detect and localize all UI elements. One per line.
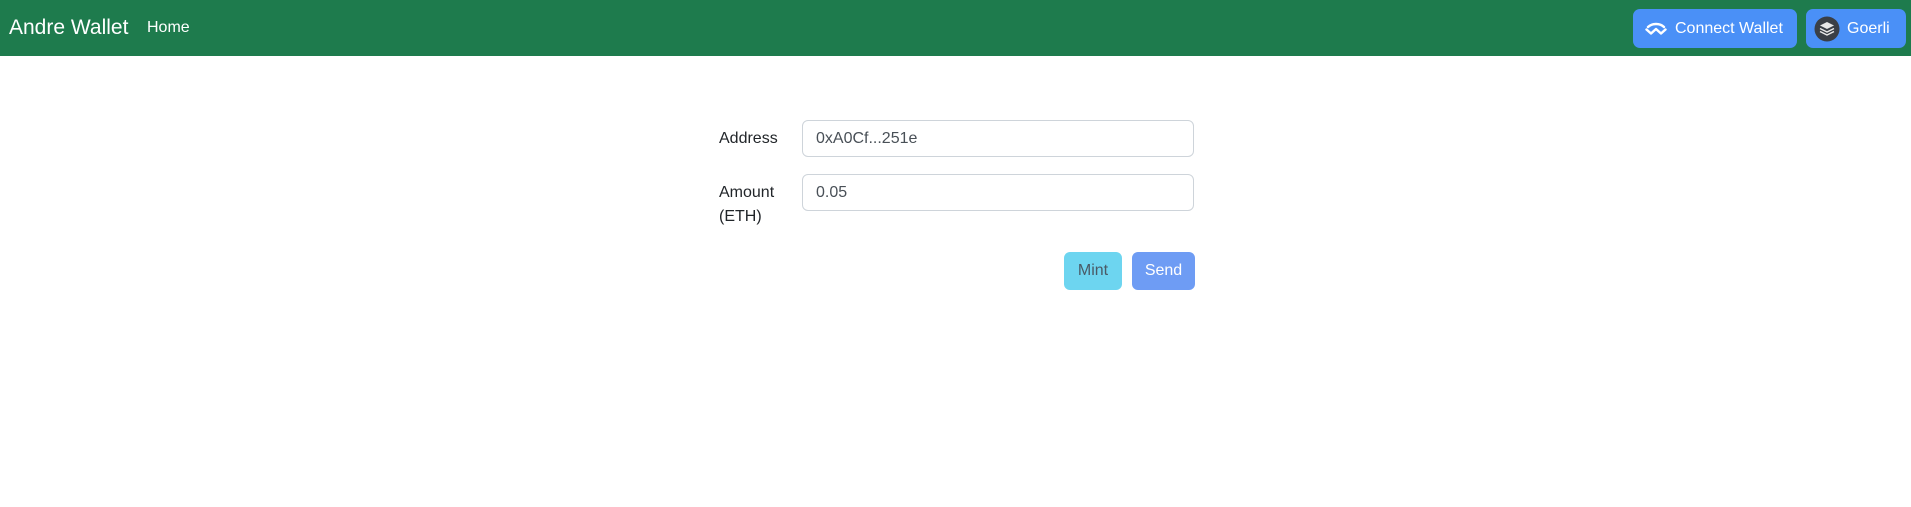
network-label: Goerli xyxy=(1847,19,1890,37)
nav-link-home[interactable]: Home xyxy=(147,18,190,38)
connect-wallet-label: Connect Wallet xyxy=(1675,19,1783,37)
address-label: Address xyxy=(719,130,778,147)
top-navbar: Andre Wallet Home Connect Wallet Goerli xyxy=(0,0,1911,56)
address-input[interactable] xyxy=(802,120,1194,157)
amount-label: Amount (ETH) xyxy=(719,184,775,225)
connect-wallet-button[interactable]: Connect Wallet xyxy=(1633,9,1797,48)
send-button[interactable]: Send xyxy=(1132,252,1195,290)
brand-title[interactable]: Andre Wallet xyxy=(9,15,128,41)
mint-button[interactable]: Mint xyxy=(1064,252,1122,290)
network-layers-icon xyxy=(1814,16,1840,42)
walletconnect-icon xyxy=(1645,22,1667,36)
amount-input[interactable] xyxy=(802,174,1194,211)
network-button[interactable]: Goerli xyxy=(1806,9,1906,48)
